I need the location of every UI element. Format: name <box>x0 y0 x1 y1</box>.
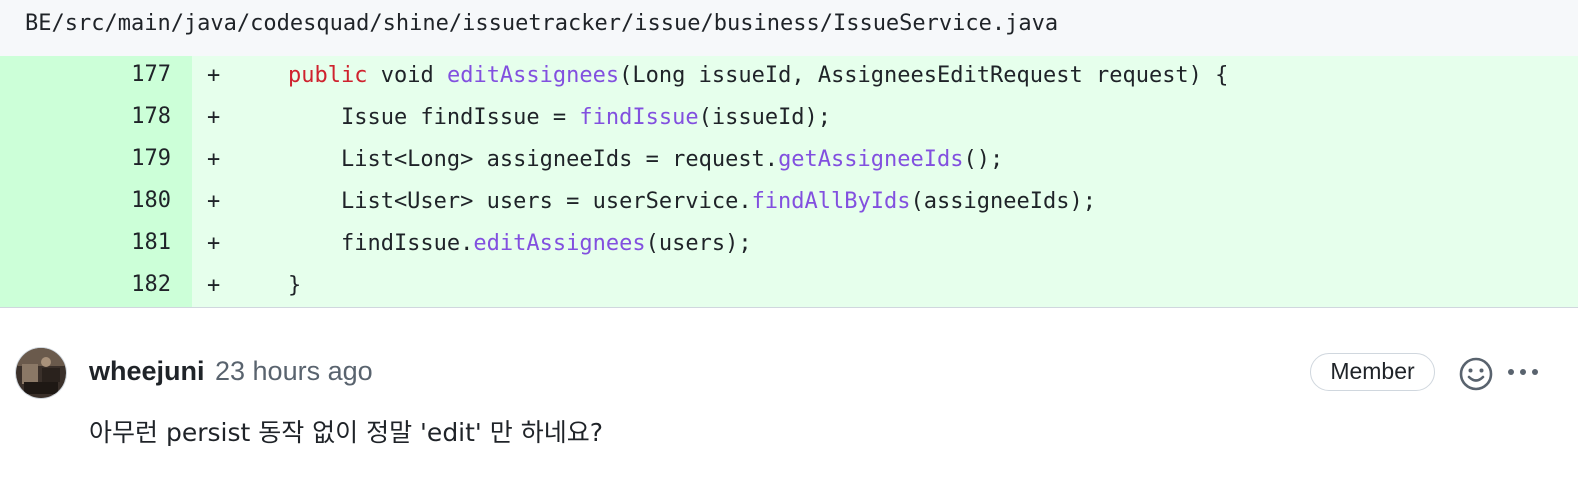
code-line: Issue findIssue = findIssue(issueId); <box>235 106 831 130</box>
code-text: (users); <box>645 231 752 256</box>
line-number-cell[interactable]: 179 <box>0 140 192 182</box>
diff-line: 180 + List<User> users = userService.find… <box>0 182 1578 224</box>
line-number-cell[interactable]: 177 <box>0 56 192 98</box>
line-number[interactable]: 177 <box>131 63 171 87</box>
line-number[interactable]: 178 <box>131 105 171 129</box>
line-number-cell[interactable]: 180 <box>0 182 192 224</box>
line-number[interactable]: 182 <box>131 273 171 297</box>
diff-marker: + <box>207 147 221 172</box>
kebab-horizontal-icon[interactable] <box>1505 360 1541 384</box>
diff-marker: + <box>207 105 221 130</box>
line-number[interactable]: 181 <box>131 231 171 255</box>
code-text: findIssue. <box>235 231 474 256</box>
diff-marker: + <box>207 273 221 298</box>
code-function: editAssignees <box>446 63 620 88</box>
code-text: List<Long> assigneeIds = request. <box>235 147 779 172</box>
line-number-cell[interactable]: 181 <box>0 224 192 266</box>
code-text: (); <box>963 147 1004 172</box>
code-function: getAssigneeIds <box>778 147 964 172</box>
code-function: editAssignees <box>473 231 646 256</box>
line-number-cell[interactable]: 178 <box>0 98 192 140</box>
code-text: } <box>235 273 302 298</box>
diff-table: 177 + public void editAssignees(Long issu… <box>0 56 1578 308</box>
comment-body: 아무런 persist 동작 없이 정말 'edit' 만 하네요? <box>89 418 603 447</box>
diff-line: 177 + public void editAssignees(Long issu… <box>0 56 1578 98</box>
code-line: } <box>235 274 301 298</box>
avatar[interactable] <box>16 348 66 398</box>
line-number-cell[interactable]: 182 <box>0 266 192 308</box>
line-number[interactable]: 180 <box>131 189 171 213</box>
comment-author[interactable]: wheejuni <box>89 356 205 386</box>
code-text: (assigneeIds); <box>910 189 1096 214</box>
code-text: List<User> users = userService. <box>235 189 752 214</box>
diff-marker: + <box>207 63 221 88</box>
diff-marker: + <box>207 189 221 214</box>
line-number[interactable]: 179 <box>131 147 171 171</box>
code-line: List<Long> assigneeIds = request.getAssi… <box>235 148 1003 172</box>
code-text: (Long issueId, AssigneesEditRequest requ… <box>619 63 1229 88</box>
comment-timestamp[interactable]: 23 hours ago <box>215 356 373 386</box>
code-text: Issue findIssue = <box>235 105 580 130</box>
diff-line: 178 + Issue findIssue = findIssue(issueId… <box>0 98 1578 140</box>
member-badge: Member <box>1310 353 1435 391</box>
diff-line: 179 + List<Long> assigneeIds = request.ge… <box>0 140 1578 182</box>
code-function: findIssue <box>579 105 699 130</box>
diff-line: 181 + findIssue.editAssignees(users); <box>0 224 1578 266</box>
code-function: findAllByIds <box>751 189 911 214</box>
diff-line: 182 + } <box>0 266 1578 308</box>
smiley-icon[interactable] <box>1458 356 1494 392</box>
code-line: public void editAssignees(Long issueId, … <box>235 64 1228 88</box>
code-line: findIssue.editAssignees(users); <box>235 232 752 256</box>
code-text: void <box>367 63 447 88</box>
diff-marker: + <box>207 231 221 256</box>
code-keyword: public <box>287 63 368 88</box>
code-line: List<User> users = userService.findAllBy… <box>235 190 1096 214</box>
review-comment: wheejuni 23 hours ago Member 아무런 persist… <box>0 308 1578 496</box>
file-path[interactable]: BE/src/main/java/codesquad/shine/issuetr… <box>25 12 1058 36</box>
file-header: BE/src/main/java/codesquad/shine/issuetr… <box>0 0 1578 56</box>
code-text: (issueId); <box>698 105 832 130</box>
